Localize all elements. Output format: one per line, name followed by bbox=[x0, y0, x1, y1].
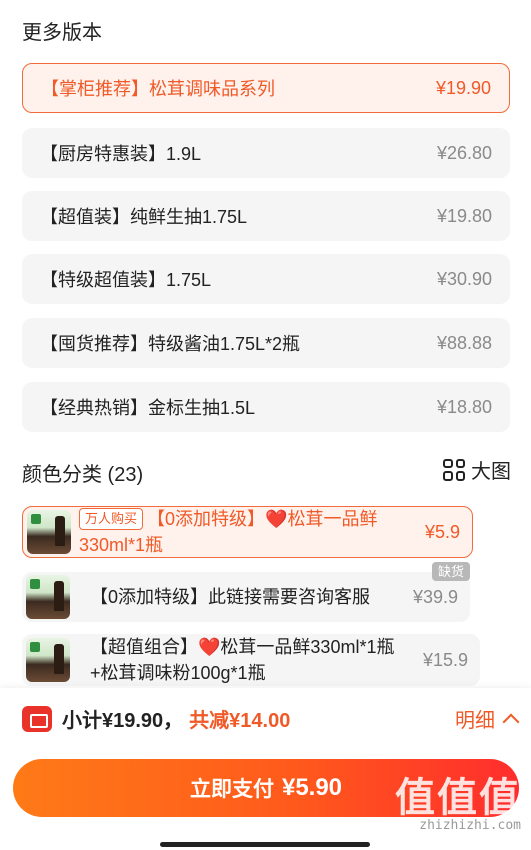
heart-icon: ❤️ bbox=[198, 637, 221, 657]
detail-label: 明细 bbox=[455, 710, 495, 732]
version-item-3[interactable]: 【特级超值装】1.75L ¥30.90 bbox=[22, 254, 510, 304]
version-price: ¥30.90 bbox=[436, 268, 492, 289]
version-price: ¥19.90 bbox=[435, 77, 491, 98]
color-category-title: 颜色分类 (23) bbox=[22, 464, 144, 486]
version-price: ¥26.80 bbox=[436, 142, 492, 163]
product-thumbnail bbox=[26, 638, 70, 682]
color-label-a: 【0添加特级】 bbox=[147, 509, 266, 529]
product-thumbnail bbox=[27, 510, 71, 554]
watermark-logo: 值值值 bbox=[395, 776, 521, 820]
version-label: 【特级超值装】1.75L bbox=[40, 270, 212, 290]
version-label: 【厨房特惠装】1.9L bbox=[40, 144, 202, 164]
color-price: ¥39.9 bbox=[412, 586, 458, 607]
out-of-stock-badge: 缺货 bbox=[431, 562, 470, 581]
version-label: 【超值装】纯鲜生抽1.75L bbox=[40, 207, 248, 227]
pay-amount: ¥5.90 bbox=[281, 774, 343, 801]
color-item-0[interactable]: 万人购买 【0添加特级】❤️松茸一品鲜330ml*1瓶 ¥5.9 bbox=[22, 506, 473, 558]
version-label: 【掌柜推荐】松茸调味品系列 bbox=[41, 79, 275, 99]
chevron-up-icon bbox=[502, 713, 520, 730]
watermark-url: zhizhizhi.com bbox=[419, 818, 521, 833]
version-item-2[interactable]: 【超值装】纯鲜生抽1.75L ¥19.80 bbox=[22, 191, 510, 241]
grid-icon bbox=[443, 458, 465, 481]
subtotal: 小计¥19.90， bbox=[62, 710, 184, 732]
order-summary: 小计¥19.90， 共减¥14.00 bbox=[22, 704, 290, 733]
big-view-toggle[interactable]: 大图 bbox=[443, 455, 511, 484]
version-price: ¥19.80 bbox=[436, 205, 492, 226]
coupon-icon bbox=[22, 705, 52, 732]
version-item-1[interactable]: 【厨房特惠装】1.9L ¥26.80 bbox=[22, 128, 510, 178]
detail-toggle[interactable]: 明细 bbox=[455, 704, 520, 733]
home-indicator bbox=[160, 842, 370, 847]
version-item-4[interactable]: 【囤货推荐】特级酱油1.75L*2瓶 ¥88.88 bbox=[22, 318, 510, 368]
color-item-2[interactable]: 【超值组合】❤️松茸一品鲜330ml*1瓶+松茸调味粉100g*1瓶 ¥15.9 bbox=[22, 634, 480, 686]
version-price: ¥88.88 bbox=[436, 332, 492, 353]
more-versions-title: 更多版本 bbox=[22, 22, 102, 44]
version-item-0[interactable]: 【掌柜推荐】松茸调味品系列 ¥19.90 bbox=[22, 63, 510, 113]
discount: 共减¥14.00 bbox=[189, 710, 291, 732]
heart-icon: ❤️ bbox=[265, 509, 288, 529]
pay-label: 立即支付 bbox=[189, 778, 274, 801]
color-price: ¥15.9 bbox=[422, 649, 468, 670]
version-label: 【经典热销】金标生抽1.5L bbox=[40, 398, 256, 418]
color-price: ¥5.9 bbox=[424, 521, 460, 542]
color-label-a: 【超值组合】 bbox=[90, 637, 198, 657]
version-label: 【囤货推荐】特级酱油1.75L*2瓶 bbox=[40, 334, 301, 354]
color-item-1[interactable]: 【0添加特级】此链接需要咨询客服 ¥39.9 缺货 bbox=[22, 562, 470, 622]
color-label: 【0添加特级】此链接需要咨询客服 bbox=[90, 587, 371, 607]
version-price: ¥18.80 bbox=[436, 396, 492, 417]
big-view-label: 大图 bbox=[471, 461, 511, 483]
version-item-5[interactable]: 【经典热销】金标生抽1.5L ¥18.80 bbox=[22, 382, 510, 432]
popular-badge: 万人购买 bbox=[79, 508, 144, 530]
product-thumbnail bbox=[26, 575, 70, 619]
